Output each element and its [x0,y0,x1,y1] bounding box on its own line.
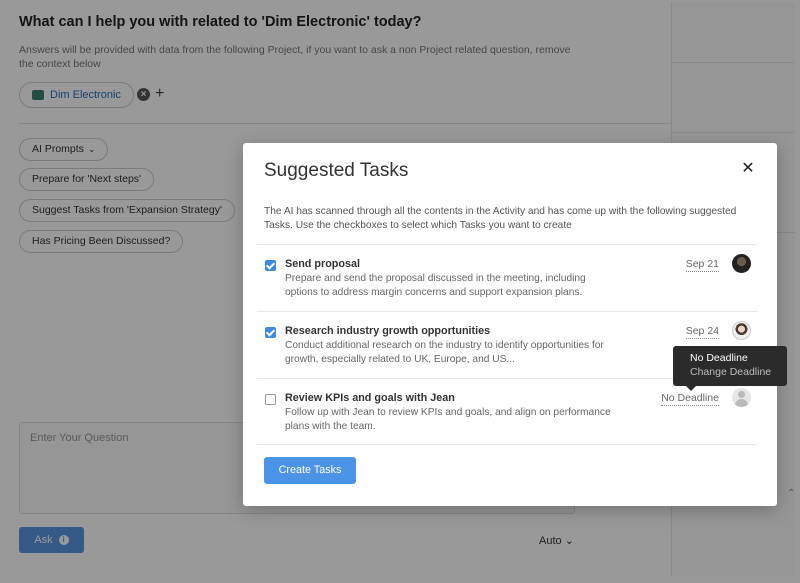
modal-title: Suggested Tasks [264,160,409,181]
task-due-date[interactable]: Sep 21 [685,258,719,272]
user-placeholder-icon[interactable] [732,388,751,407]
task-checkbox[interactable] [265,260,276,271]
task-title: Review KPIs and goals with Jean [285,392,455,404]
assignee-avatar[interactable] [732,254,751,273]
task-checkbox[interactable] [265,327,276,338]
task-due-date[interactable]: Sep 24 [685,325,719,339]
task-checkbox[interactable] [265,394,276,405]
task-row: Review KPIs and goals with Jean Follow u… [257,378,757,445]
chevron-up-icon: ⌃ [787,488,796,499]
task-row: Send proposal Prepare and send the propo… [257,244,757,311]
modal-description: The AI has scanned through all the conte… [264,206,737,231]
create-tasks-button[interactable]: Create Tasks [264,457,356,484]
task-description: Conduct additional research on the indus… [285,340,604,365]
tooltip-title: No Deadline [690,352,748,364]
divider [257,444,757,445]
task-description: Follow up with Jean to review KPIs and g… [285,407,611,432]
suggested-tasks-modal: Suggested Tasks ✕ The AI has scanned thr… [243,143,777,506]
deadline-tooltip: No Deadline Change Deadline [673,346,787,391]
avatar-head [738,391,745,398]
assignee-avatar[interactable] [732,321,751,340]
change-deadline-link[interactable]: Change Deadline [690,365,787,379]
close-icon[interactable]: ✕ [740,161,756,177]
task-title: Send proposal [285,258,360,270]
task-description: Prepare and send the proposal discussed … [285,273,586,298]
avatar-body [735,399,748,407]
task-title: Research industry growth opportunities [285,325,491,337]
